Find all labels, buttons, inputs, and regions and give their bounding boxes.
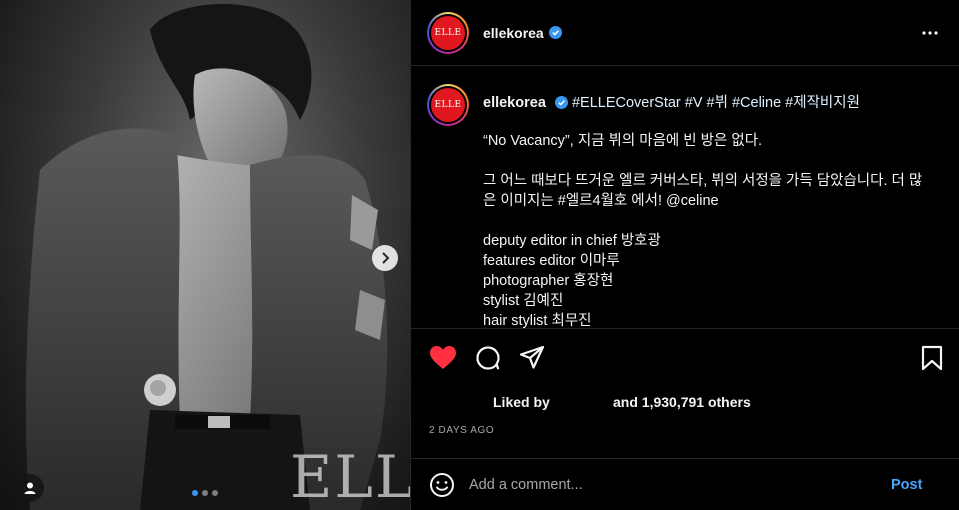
carousel-next-button[interactable]: [372, 245, 398, 271]
elle-watermark: ELLE: [290, 443, 410, 510]
post-photo[interactable]: ELLE: [0, 0, 410, 510]
emoji-icon[interactable]: [429, 472, 455, 498]
verified-badge-icon: [554, 96, 568, 109]
post-timestamp[interactable]: 2 DAYS AGO: [429, 425, 494, 436]
likes-count-link[interactable]: and 1,930,791 others: [613, 394, 751, 410]
portrait-photo: [25, 3, 388, 510]
caption-avatar[interactable]: ELLE: [427, 84, 469, 126]
carousel-dot: [202, 490, 208, 496]
caption-first-line: ellekorea #ELLECoverStar #V #뷔 #Celine #…: [483, 93, 933, 113]
share-icon[interactable]: [519, 345, 545, 371]
comment-bar: Post: [411, 458, 959, 510]
action-bar: [411, 328, 959, 388]
credit-line: features editor 이마루: [483, 253, 620, 269]
user-icon: [24, 482, 36, 494]
caption-username-link[interactable]: ellekorea: [483, 95, 546, 111]
more-horizontal-icon[interactable]: [921, 24, 939, 42]
chevron-right-icon: [382, 252, 390, 264]
username-link[interactable]: ellekorea: [483, 25, 544, 41]
credit-line: deputy editor in chief 방호광: [483, 233, 661, 249]
credit-line: stylist 김예진: [483, 293, 564, 309]
avatar[interactable]: ELLE: [427, 11, 469, 54]
carousel-dot: [192, 490, 198, 496]
comment-input[interactable]: [469, 476, 879, 493]
caption-text-1: “No Vacancy”, 지금 뷔의 마음에 빈 방은 없다.: [483, 133, 763, 149]
caption: ELLE ellekorea #ELLECoverStar #V #뷔 #Cel…: [411, 66, 959, 328]
verified-badge-icon: [548, 26, 562, 39]
post-header: ELLE ellekorea: [411, 0, 959, 66]
tagged-users-button[interactable]: [16, 474, 44, 502]
comment-icon[interactable]: [475, 345, 501, 371]
credit-line: hair stylist 최무진: [483, 313, 592, 328]
heart-icon[interactable]: [429, 345, 457, 371]
post-details: ELLE ellekorea ELLE ellekorea #ELLECover…: [410, 0, 959, 510]
bookmark-icon[interactable]: [921, 345, 943, 371]
caption-text-2: 그 어느 때보다 뜨거운 엘르 커버스타, 뷔의 서정을 가득 담았습니다. 더…: [483, 173, 923, 209]
credit-line: photographer 홍장현: [483, 273, 614, 289]
caption-hashtags[interactable]: #ELLECoverStar #V #뷔 #Celine #제작비지원: [572, 95, 860, 111]
post-comment-button[interactable]: Post: [891, 477, 922, 493]
caption-credits: deputy editor in chief 방호광 features edit…: [483, 231, 933, 328]
liked-by-label: Liked by: [493, 394, 550, 410]
caption-body: ellekorea #ELLECoverStar #V #뷔 #Celine #…: [483, 84, 933, 328]
carousel-dot: [212, 490, 218, 496]
carousel-indicator: [192, 490, 218, 496]
